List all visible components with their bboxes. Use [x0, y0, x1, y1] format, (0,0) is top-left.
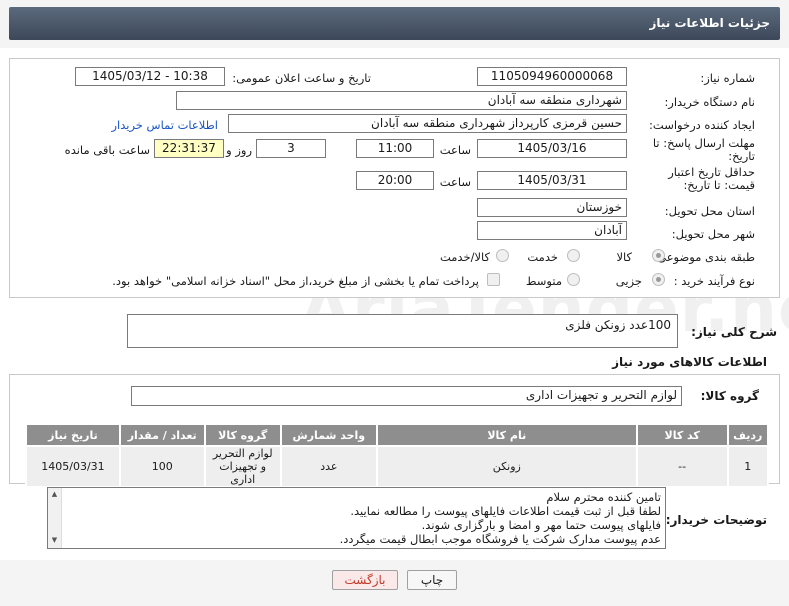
remaining-time-field: 22:31:37	[154, 139, 224, 158]
col-group-header: گروه کالا	[203, 423, 282, 447]
creator-field: حسین قرمزی کارپرداز شهرداری منطقه سه آبا…	[228, 114, 627, 133]
category-radio-goods[interactable]	[652, 249, 665, 262]
header-bar: جزئیات اطلاعات نیاز	[0, 0, 789, 48]
purchase-option-medium: متوسط	[525, 274, 562, 288]
city-field: آبادان	[477, 221, 627, 240]
buyer-notes-box[interactable]: ▲ ▼ تامین کننده محترم سلام لطفا قبل از ث…	[47, 487, 666, 549]
validity-time-label: ساعت	[439, 175, 471, 189]
table-row: 1 -- زونکن عدد لوازم التحریر و تجهیزات ا…	[25, 445, 770, 488]
goods-group-field: لوازم التحریر و تجهیزات اداری	[131, 386, 682, 406]
col-name-header: نام کالا	[375, 423, 638, 447]
summary-field[interactable]: 100عدد زونکن فلزی	[127, 314, 678, 348]
announce-field: 1405/03/12 - 10:38	[75, 67, 225, 86]
summary-label: شرح کلی نیاز:	[691, 325, 777, 339]
buyer-notes-label: توضیحات خریدار:	[665, 513, 767, 527]
scroll-up-icon[interactable]: ▲	[48, 490, 61, 498]
days-label: روز و	[226, 143, 252, 157]
cell-code: --	[635, 445, 729, 488]
province-field: خوزستان	[477, 198, 627, 217]
summary-text: 100عدد زونکن فلزی	[565, 318, 671, 332]
purchase-type-label: نوع فرآیند خرید :	[673, 274, 755, 288]
validity-time-field: 20:00	[356, 171, 434, 190]
note-line: فایلهای پیوست حتما مهر و امضا و بارگزاری…	[421, 518, 661, 532]
note-line: تامین کننده محترم سلام	[546, 490, 661, 504]
creator-label: ایجاد کننده درخواست:	[649, 118, 755, 132]
category-option-both: کالا/خدمت	[439, 250, 490, 264]
purchase-option-minor: جزیی	[615, 274, 642, 288]
table-header-row: ردیف کد کالا نام کالا واحد شمارش گروه کا…	[25, 423, 770, 447]
scroll-down-icon[interactable]: ▼	[48, 536, 61, 544]
col-unit-header: واحد شمارش	[279, 423, 378, 447]
purchase-radio-medium[interactable]	[567, 273, 580, 286]
cell-unit: عدد	[279, 445, 378, 488]
col-code-header: کد کالا	[635, 423, 729, 447]
cell-row: 1	[726, 445, 770, 488]
col-row-header: ردیف	[726, 423, 770, 447]
print-button[interactable]: چاپ	[407, 570, 457, 590]
back-button[interactable]: بازگشت	[332, 570, 398, 590]
payment-note: پرداخت تمام یا بخشی از مبلغ خرید،از محل …	[112, 274, 479, 288]
buyer-org-label: نام دستگاه خریدار:	[664, 95, 755, 109]
reply-time-label: ساعت	[439, 143, 471, 157]
purchase-radio-minor[interactable]	[652, 273, 665, 286]
cell-group: لوازم التحریر و تجهیزات اداری	[203, 445, 282, 488]
col-qty-header: تعداد / مقدار	[118, 423, 206, 447]
col-date-header: تاریخ نیاز	[25, 423, 121, 447]
validity-label: حداقل تاریخ اعتبار قیمت: تا تاریخ:	[668, 165, 755, 192]
goods-group-label: گروه کالا:	[700, 389, 759, 403]
note-line: لطفا قبل از ثبت قیمت اطلاعات فایلهای پیو…	[350, 504, 661, 518]
cell-name: زونکن	[375, 445, 638, 488]
page-title: جزئیات اطلاعات نیاز	[9, 7, 780, 40]
category-radio-service[interactable]	[567, 249, 580, 262]
reply-time-field: 11:00	[356, 139, 434, 158]
treasury-payment-checkbox[interactable]	[487, 273, 500, 286]
category-label: طبقه بندی موضوعی:	[653, 250, 755, 264]
need-number-field: 1105094960000068	[477, 67, 627, 86]
category-option-goods: کالا	[616, 250, 632, 264]
days-field: 3	[256, 139, 326, 158]
reply-deadline-label: مهلت ارسال پاسخ: تا تاریخ:	[652, 136, 755, 163]
buyer-notes-text: تامین کننده محترم سلام لطفا قبل از ثبت ق…	[62, 488, 665, 548]
city-label: شهر محل تحویل:	[671, 227, 755, 241]
contact-info-link[interactable]: اطلاعات تماس خریدار	[111, 118, 218, 132]
cell-qty: 100	[118, 445, 206, 488]
goods-table: ردیف کد کالا نام کالا واحد شمارش گروه کا…	[25, 423, 770, 488]
category-option-service: خدمت	[527, 250, 558, 264]
cell-date: 1405/03/31	[25, 445, 121, 488]
goods-section-title: اطلاعات کالاهای مورد نیاز	[612, 355, 767, 369]
buyer-org-field: شهرداری منطقه سه آبادان	[176, 91, 627, 110]
need-number-label: شماره نیاز:	[700, 71, 755, 85]
province-label: استان محل تحویل:	[664, 204, 755, 218]
announce-label: تاریخ و ساعت اعلان عمومی:	[232, 71, 371, 85]
note-line: عدم پیوست مدارک شرکت یا فروشگاه موجب ابط…	[339, 532, 661, 546]
category-radio-both[interactable]	[496, 249, 509, 262]
validity-date-field: 1405/03/31	[477, 171, 627, 190]
reply-date-field: 1405/03/16	[477, 139, 627, 158]
remaining-label: ساعت باقی مانده	[64, 143, 150, 157]
notes-scrollbar[interactable]: ▲ ▼	[48, 488, 62, 548]
